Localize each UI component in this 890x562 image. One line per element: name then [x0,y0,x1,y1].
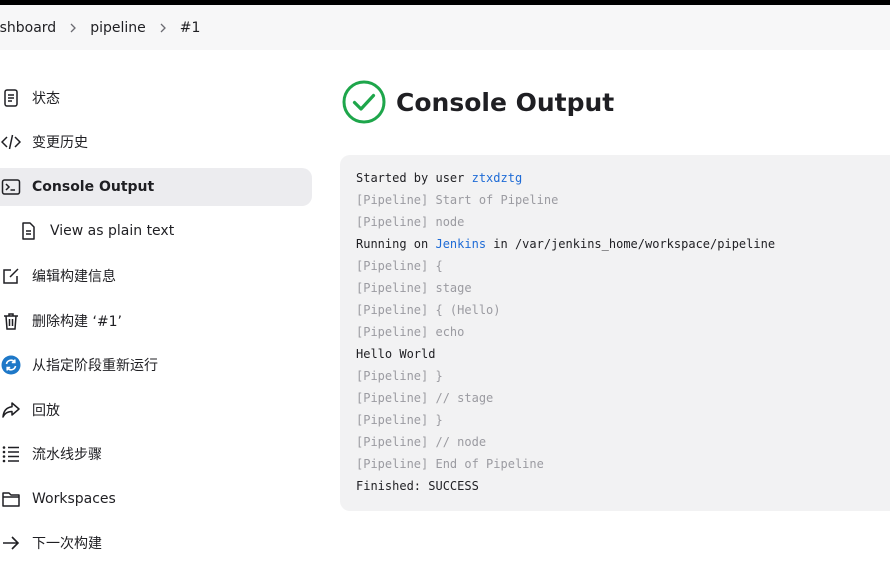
console-line: [Pipeline] // node [356,435,487,449]
console-line: [Pipeline] { [356,259,443,273]
code-icon [0,130,23,154]
sidebar-item-label: Workspaces [32,491,116,507]
sidebar-item-workspaces[interactable]: Workspaces [0,480,312,518]
sidebar-item-label: 编辑构建信息 [32,269,116,285]
folder-icon [0,487,23,511]
breadcrumb: ashboard pipeline #1 [0,5,890,50]
arrow-right-icon [0,531,23,555]
sidebar-item-restart-stage[interactable]: 从指定阶段重新运行 [0,346,312,384]
console-line: [Pipeline] { (Hello) [356,303,501,317]
sidebar-item-replay[interactable]: 回放 [0,391,312,429]
sidebar-item-status[interactable]: 状态 [0,79,312,117]
sidebar-item-plain-text[interactable]: View as plain text [0,212,312,250]
console-text: Started by user [356,171,472,185]
chevron-right-icon [146,21,180,35]
console-line: Started by user ztxdztg [356,167,890,189]
page-header: Console Output [342,80,614,124]
console-line: [Pipeline] Start of Pipeline [356,193,559,207]
success-check-icon [342,80,386,124]
page-title: Console Output [396,87,615,117]
sidebar-item-label: 下一次构建 [32,536,102,552]
restart-icon [0,353,23,377]
console-line: [Pipeline] stage [356,281,472,295]
console-line: Hello World [356,347,436,361]
replay-icon [0,398,23,422]
sidebar-item-changes[interactable]: 变更历史 [0,123,312,161]
console-line: [Pipeline] echo [356,325,465,339]
trash-icon [0,309,23,333]
sidebar-item-label: 变更历史 [32,135,88,151]
console-line: [Pipeline] End of Pipeline [356,457,544,471]
node-link[interactable]: Jenkins [435,237,486,251]
sidebar-item-label: 状态 [32,91,60,107]
breadcrumb-pipeline[interactable]: pipeline [90,20,146,36]
sidebar-item-label: View as plain text [50,223,175,239]
sidebar-item-pipeline-steps[interactable]: 流水线步骤 [0,435,312,473]
sidebar-item-label: 删除构建 ‘#1’ [32,314,122,330]
console-text: in /var/jenkins_home/workspace/pipeline [486,237,776,251]
console-output: Started by user ztxdztg [Pipeline] Start… [340,155,890,511]
breadcrumb-build[interactable]: #1 [180,20,201,36]
sidebar-item-label: 回放 [32,403,60,419]
sidebar-item-label: Console Output [32,179,155,195]
console-line: [Pipeline] } [356,413,443,427]
console-line: Finished: SUCCESS [356,479,479,493]
list-icon [0,442,23,466]
user-link[interactable]: ztxdztg [472,171,523,185]
sidebar-item-next-build[interactable]: 下一次构建 [0,524,312,562]
sidebar-item-label: 流水线步骤 [32,447,102,463]
console-line: Running on Jenkins in /var/jenkins_home/… [356,233,890,255]
sidebar-item-console-output[interactable]: Console Output [0,168,312,206]
breadcrumb-dashboard[interactable]: ashboard [0,20,56,36]
sidebar-item-edit-build[interactable]: 编辑构建信息 [0,257,312,295]
chevron-right-icon [56,21,90,35]
terminal-icon [0,175,23,199]
edit-icon [0,264,23,288]
console-line: [Pipeline] } [356,369,443,383]
document-icon [0,86,23,110]
sidebar-item-delete-build[interactable]: 删除构建 ‘#1’ [0,302,312,340]
sidebar-item-label: 从指定阶段重新运行 [32,358,158,374]
console-line: [Pipeline] node [356,215,465,229]
file-text-icon [16,219,40,243]
console-text: Running on [356,237,436,251]
console-line: [Pipeline] // stage [356,391,494,405]
